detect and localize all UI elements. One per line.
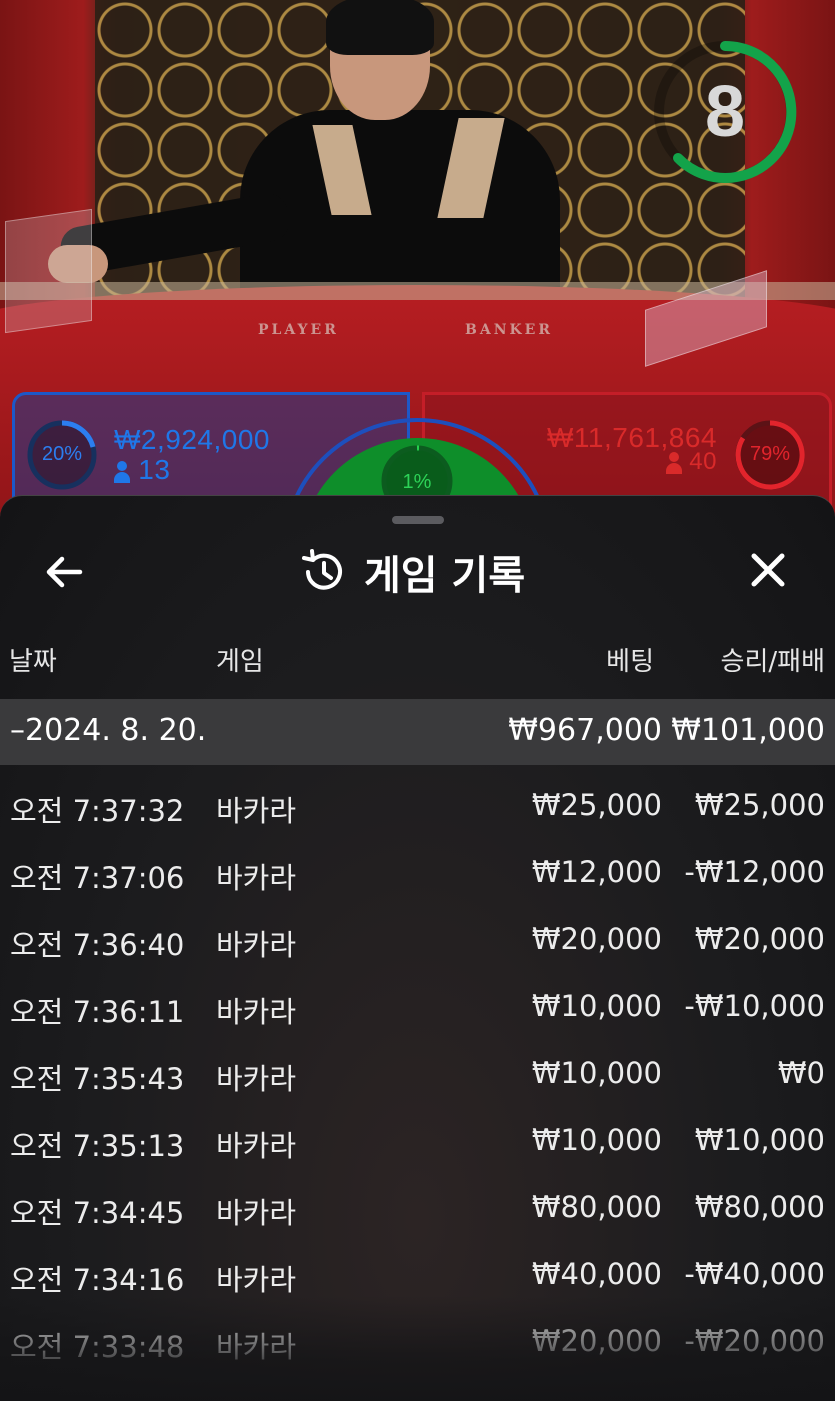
history-icon (302, 549, 342, 590)
history-bet: ₩40,000 (531, 1257, 662, 1291)
date-group-result: ₩101,000 (671, 713, 825, 748)
history-bet: ₩20,000 (531, 922, 662, 956)
history-result: ₩0 (777, 1056, 825, 1090)
history-game: 바카라 (216, 928, 297, 962)
history-time: 오전 7:36:40 (10, 928, 185, 962)
history-row[interactable]: 오전 7:37:06 바카라 ₩12,000 -₩12,000 (0, 839, 835, 905)
column-result: 승리/패배 (720, 647, 825, 677)
arrow-left-icon (46, 556, 83, 588)
history-game: 바카라 (216, 794, 297, 828)
banker-count: 40 (666, 448, 717, 476)
player-bet-amount: ₩2,924,000 (114, 424, 270, 455)
date-group-label: –2024. 8. 20. (10, 713, 207, 748)
dealer-body (240, 110, 560, 310)
history-time: 오전 7:37:32 (10, 794, 185, 828)
history-time: 오전 7:36:11 (10, 995, 185, 1029)
player-percent: 20% (41, 443, 83, 465)
person-icon (666, 451, 683, 474)
history-row[interactable]: 오전 7:35:13 바카라 ₩10,000 ₩10,000 (0, 1107, 835, 1173)
history-result: -₩10,000 (684, 989, 825, 1023)
person-icon (114, 460, 130, 483)
history-result: -₩40,000 (684, 1257, 825, 1291)
column-bet: 베팅 (606, 647, 654, 677)
history-time: 오전 7:33:48 (10, 1330, 185, 1364)
history-bet: ₩12,000 (531, 855, 662, 889)
banker-percent: 79% (749, 443, 791, 465)
close-button[interactable] (740, 548, 796, 596)
history-game: 바카라 (216, 995, 297, 1029)
history-bet: ₩10,000 (531, 1056, 662, 1090)
column-game: 게임 (216, 647, 264, 677)
history-time: 오전 7:34:45 (10, 1196, 185, 1230)
history-row[interactable]: 오전 7:37:32 바카라 ₩25,000 ₩25,000 (0, 772, 835, 838)
history-time: 오전 7:34:16 (10, 1263, 185, 1297)
history-time: 오전 7:37:06 (10, 861, 185, 895)
player-count: 13 (114, 454, 170, 486)
history-game: 바카라 (216, 1330, 297, 1364)
history-result: ₩20,000 (694, 922, 825, 956)
table-label-banker: BANKER (465, 322, 553, 338)
game-history-sheet: 게임 기록 날짜 게임 베팅 승리/패배 –2024. 8. 20. ₩967,… (0, 495, 835, 1401)
history-game: 바카라 (216, 861, 297, 895)
history-result: -₩12,000 (684, 855, 825, 889)
history-bet: ₩25,000 (531, 788, 662, 822)
back-button[interactable] (40, 550, 90, 594)
history-time: 오전 7:35:43 (10, 1062, 185, 1096)
history-row[interactable]: 오전 7:36:40 바카라 ₩20,000 ₩20,000 (0, 906, 835, 972)
sheet-grabber[interactable] (392, 516, 444, 524)
history-result: ₩25,000 (694, 788, 825, 822)
sheet-header: 게임 기록 (0, 536, 835, 606)
history-game: 바카라 (216, 1263, 297, 1297)
history-row[interactable]: 오전 7:35:43 바카라 ₩10,000 ₩0 (0, 1040, 835, 1106)
sheet-title-text: 게임 기록 (364, 553, 526, 599)
history-game: 바카라 (216, 1062, 297, 1096)
history-bet: ₩20,000 (531, 1324, 662, 1358)
history-bet: ₩80,000 (531, 1190, 662, 1224)
column-headers: 날짜 게임 베팅 승리/패배 (0, 641, 835, 685)
banker-count-value: 40 (689, 448, 717, 475)
history-game: 바카라 (216, 1196, 297, 1230)
history-row[interactable]: 오전 7:34:16 바카라 ₩40,000 -₩40,000 (0, 1241, 835, 1307)
table-label-player: PLAYER (258, 322, 339, 338)
card-shoe-left (5, 208, 92, 334)
history-time: 오전 7:35:13 (10, 1129, 185, 1163)
tie-percent: 1% (402, 471, 432, 493)
history-game: 바카라 (216, 1129, 297, 1163)
history-result: ₩10,000 (694, 1123, 825, 1157)
history-bet: ₩10,000 (531, 989, 662, 1023)
player-count-value: 13 (138, 454, 171, 485)
history-row[interactable]: 오전 7:33:48 바카라 ₩20,000 -₩20,000 (0, 1308, 835, 1374)
history-bet: ₩10,000 (531, 1123, 662, 1157)
countdown-number: 8 (704, 72, 746, 152)
close-icon (751, 553, 785, 587)
history-result: -₩20,000 (684, 1324, 825, 1358)
history-row[interactable]: 오전 7:34:45 바카라 ₩80,000 ₩80,000 (0, 1174, 835, 1240)
sheet-title: 게임 기록 (300, 544, 525, 600)
history-row[interactable]: 오전 7:36:11 바카라 ₩10,000 -₩10,000 (0, 973, 835, 1039)
date-group-row[interactable]: –2024. 8. 20. ₩967,000 ₩101,000 (0, 699, 835, 765)
column-date: 날짜 (9, 647, 57, 677)
date-group-bet: ₩967,000 (508, 713, 662, 748)
dealer-hair (326, 0, 434, 55)
history-result: ₩80,000 (694, 1190, 825, 1224)
